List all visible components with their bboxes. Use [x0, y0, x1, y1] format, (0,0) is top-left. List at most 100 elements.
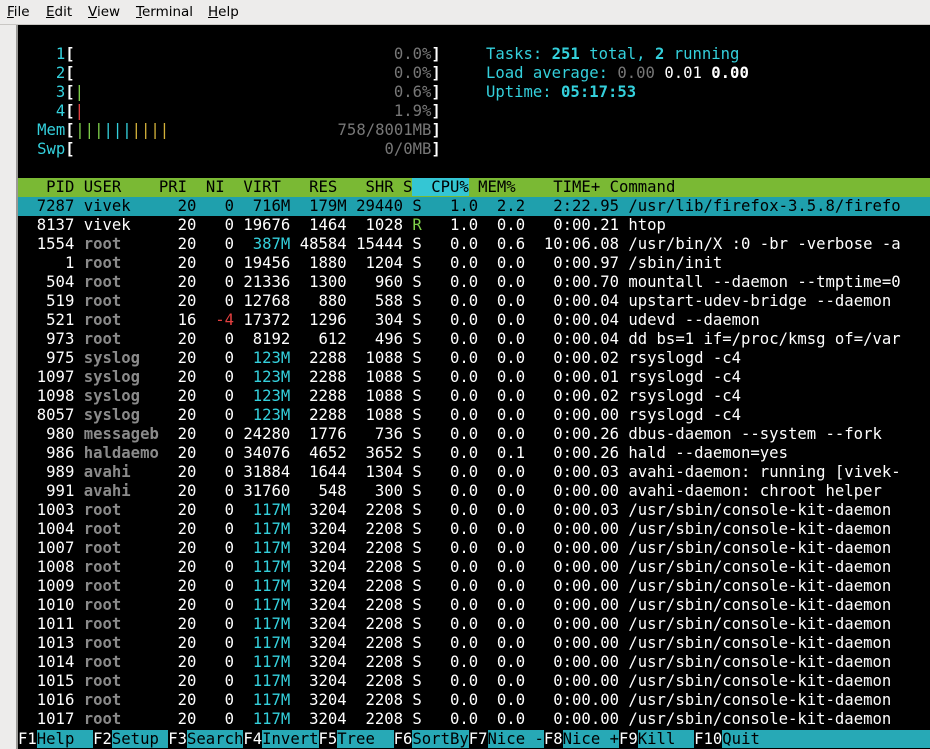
nice: 0: [224, 615, 234, 633]
process-row[interactable]: 8137 vivek 20 0 19676 1464 1028 R 1.0 0.…: [18, 216, 930, 235]
fkey-f2[interactable]: F2Setup: [93, 730, 169, 748]
state: S: [412, 710, 422, 728]
pad: [347, 254, 366, 272]
pad: [225, 178, 244, 196]
pad: [347, 501, 366, 519]
menu-view[interactable]: View: [88, 4, 120, 21]
state: S: [412, 615, 422, 633]
process-row[interactable]: 1011 root 20 0 117M 3204 2208 S 0.0 0.0 …: [18, 615, 930, 634]
state: S: [412, 501, 422, 519]
column-title[interactable]: USER: [84, 178, 122, 196]
pad: [234, 254, 243, 272]
column-title[interactable]: VIRT: [243, 178, 281, 196]
process-row[interactable]: 8057 syslog 20 0 123M 2288 1088 S 0.0 0.…: [18, 406, 930, 425]
process-row[interactable]: 1003 root 20 0 117M 3204 2208 S 0.0 0.0 …: [18, 501, 930, 520]
process-row[interactable]: 521 root 16 -4 17372 1296 304 S 0.0 0.0 …: [18, 311, 930, 330]
process-row[interactable]: 975 syslog 20 0 123M 2288 1088 S 0.0 0.0…: [18, 349, 930, 368]
process-row[interactable]: 1 root 20 0 19456 1880 1204 S 0.0 0.0 0:…: [18, 254, 930, 273]
fkey-label: Help: [36, 730, 94, 748]
mem-percent: 0.0: [496, 216, 526, 234]
menu-edit[interactable]: Edit: [46, 4, 72, 21]
column-title[interactable]: RES: [309, 178, 337, 196]
menu-file[interactable]: File: [7, 4, 30, 21]
column-title[interactable]: PRI: [159, 178, 187, 196]
command: dbus-daemon --system --fork: [628, 425, 882, 443]
process-row[interactable]: 1008 root 20 0 117M 3204 2208 S 0.0 0.0 …: [18, 558, 930, 577]
process-row[interactable]: 1017 root 20 0 117M 3204 2208 S 0.0 0.0 …: [18, 710, 930, 729]
shr: 304: [374, 311, 404, 329]
process-row[interactable]: 1004 root 20 0 117M 3204 2208 S 0.0 0.0 …: [18, 520, 930, 539]
column-title[interactable]: S: [403, 178, 412, 196]
column-title[interactable]: SHR: [365, 178, 393, 196]
process-row[interactable]: 1010 root 20 0 117M 3204 2208 S 0.0 0.0 …: [18, 596, 930, 615]
process-row[interactable]: 1015 root 20 0 117M 3204 2208 S 0.0 0.0 …: [18, 672, 930, 691]
process-row[interactable]: 1007 root 20 0 117M 3204 2208 S 0.0 0.0 …: [18, 539, 930, 558]
pad: [159, 216, 178, 234]
pad: [619, 520, 628, 538]
pad: [478, 216, 497, 234]
terminal-area[interactable]: 1[ 0.0%] 2[ 0.0%] 3[| 0.6%] 4[| 1.9%] Mem…: [18, 25, 930, 749]
process-row[interactable]: 519 root 20 0 12768 880 588 S 0.0 0.0 0:…: [18, 292, 930, 311]
pad: [121, 672, 159, 690]
process-row[interactable]: 7287 vivek 20 0 716M 179M 29440 S 1.0 2.…: [18, 197, 930, 216]
res: 1296: [309, 311, 347, 329]
fkey-f7[interactable]: F7Nice -: [468, 730, 544, 748]
time: 0:00.00: [553, 577, 619, 595]
pad: [619, 539, 628, 557]
menu-help[interactable]: Help: [208, 4, 239, 21]
time: 0:00.00: [553, 520, 619, 538]
process-row[interactable]: 1554 root 20 0 387M 48584 15444 S 0.0 0.…: [18, 235, 930, 254]
pid: 1015: [36, 672, 75, 690]
fkey-f8[interactable]: F8Nice +: [543, 730, 619, 748]
fkey-label: Nice -: [487, 730, 544, 748]
pad: [159, 387, 178, 405]
pad: [619, 615, 628, 633]
process-row[interactable]: 973 root 20 0 8192 612 496 S 0.0 0.0 0:0…: [18, 330, 930, 349]
column-title[interactable]: PID: [46, 178, 74, 196]
meter-value: 1.9%: [393, 102, 432, 120]
process-row[interactable]: 504 root 20 0 21336 1300 960 S 0.0 0.0 0…: [18, 273, 930, 292]
column-title[interactable]: TIME+: [553, 178, 600, 196]
fkey-f3[interactable]: F3Search: [168, 730, 244, 748]
pad: [74, 292, 83, 310]
shr: 960: [374, 273, 404, 291]
fkey-f4[interactable]: F4Invert: [243, 730, 319, 748]
process-row[interactable]: 1016 root 20 0 117M 3204 2208 S 0.0 0.0 …: [18, 691, 930, 710]
menu-terminal[interactable]: Terminal: [136, 4, 193, 21]
fkey-f10[interactable]: F10Quit: [694, 730, 760, 748]
state: S: [412, 634, 422, 652]
pad: [74, 558, 83, 576]
pad: [619, 330, 628, 348]
column-title[interactable]: NI: [206, 178, 225, 196]
nice: 0: [224, 425, 234, 443]
fkey-f1[interactable]: F1Help: [18, 730, 94, 748]
process-row[interactable]: 986 haldaemo 20 0 34076 4652 3652 S 0.0 …: [18, 444, 930, 463]
column-title[interactable]: CPU%: [431, 178, 469, 196]
process-row[interactable]: 1013 root 20 0 117M 3204 2208 S 0.0 0.0 …: [18, 634, 930, 653]
process-row[interactable]: 1014 root 20 0 117M 3204 2208 S 0.0 0.0 …: [18, 653, 930, 672]
process-row[interactable]: 1009 root 20 0 117M 3204 2208 S 0.0 0.0 …: [18, 577, 930, 596]
process-row[interactable]: 1097 syslog 20 0 123M 2288 1088 S 0.0 0.…: [18, 368, 930, 387]
column-title[interactable]: MEM%: [478, 178, 516, 196]
process-row[interactable]: 980 messageb 20 0 24280 1776 736 S 0.0 0…: [18, 425, 930, 444]
process-row[interactable]: 991 avahi 20 0 31760 548 300 S 0.0 0.0 0…: [18, 482, 930, 501]
pad: [74, 387, 83, 405]
res: 1644: [309, 463, 347, 481]
process-row[interactable]: 1098 syslog 20 0 123M 2288 1088 S 0.0 0.…: [18, 387, 930, 406]
process-row[interactable]: 989 avahi 20 0 31884 1644 1304 S 0.0 0.0…: [18, 463, 930, 482]
meter-bracket-open: [: [65, 64, 75, 82]
fkey-f9[interactable]: F9Kill: [619, 730, 695, 748]
pad: [290, 368, 309, 386]
pad: [290, 710, 309, 728]
fkey-f5[interactable]: F5Tree: [318, 730, 394, 748]
pad: [159, 501, 178, 519]
fkey-f6[interactable]: F6SortBy: [393, 730, 469, 748]
pad: [18, 425, 46, 443]
res: 3204: [309, 691, 347, 709]
pad: [121, 634, 159, 652]
pad: [74, 216, 83, 234]
pad: [74, 349, 83, 367]
column-title[interactable]: Command: [610, 178, 676, 196]
pad: [337, 178, 365, 196]
pad: [196, 197, 224, 215]
